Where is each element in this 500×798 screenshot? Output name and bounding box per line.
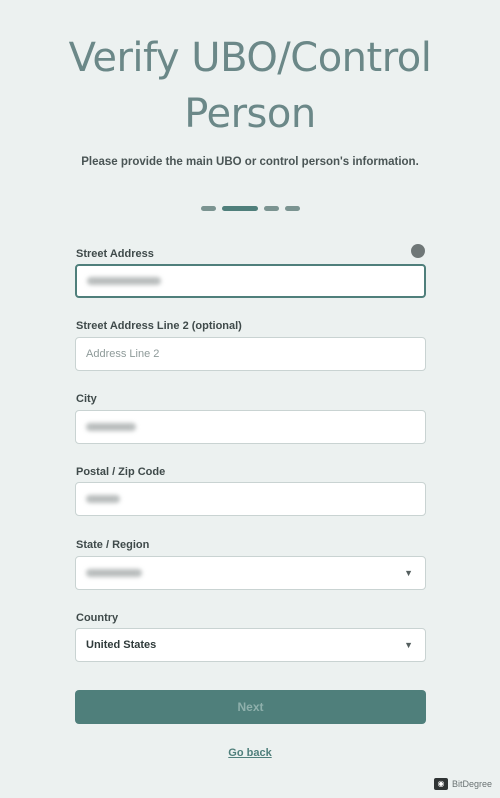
progress-step-2-current	[221, 206, 258, 211]
country-label: Country	[76, 612, 119, 624]
country-value: United States	[86, 639, 157, 651]
page-title: Verify UBO/Control Person	[0, 30, 500, 142]
redacted-value	[86, 569, 142, 578]
info-dot-icon[interactable]	[411, 244, 425, 258]
go-back-link[interactable]: Go back	[0, 747, 500, 759]
page-title-line-2: Person	[184, 91, 316, 137]
redacted-value	[86, 423, 136, 432]
postal-code-label: Postal / Zip Code	[76, 466, 166, 478]
state-region-select[interactable]: ▼	[75, 556, 426, 590]
bitdegree-logo-icon: ◉	[433, 778, 448, 790]
state-region-label: State / Region	[76, 539, 150, 551]
chevron-down-icon: ▼	[404, 568, 413, 578]
progress-step-3	[263, 206, 279, 211]
street-address-2-label: Street Address Line 2 (optional)	[76, 320, 242, 332]
postal-code-input[interactable]	[75, 482, 426, 516]
street-address-2-input[interactable]: Address Line 2	[75, 337, 426, 371]
city-input[interactable]	[75, 410, 426, 444]
page-title-line-1: Verify UBO/Control	[68, 35, 432, 81]
street-address-label: Street Address	[76, 248, 154, 260]
progress-step-4	[284, 206, 300, 211]
next-button[interactable]: Next	[75, 690, 426, 724]
progress-step-1	[200, 206, 216, 211]
redacted-value	[87, 277, 161, 286]
progress-steps	[0, 206, 500, 211]
street-address-2-placeholder: Address Line 2	[86, 348, 160, 360]
redacted-value	[86, 495, 120, 504]
watermark: ◉ BitDegree	[433, 778, 492, 790]
chevron-down-icon: ▼	[404, 640, 413, 650]
page-subtitle: Please provide the main UBO or control p…	[81, 156, 419, 168]
country-select[interactable]: United States ▼	[75, 628, 426, 662]
street-address-input[interactable]	[75, 264, 426, 298]
watermark-text: BitDegree	[451, 779, 492, 789]
city-label: City	[76, 393, 97, 405]
